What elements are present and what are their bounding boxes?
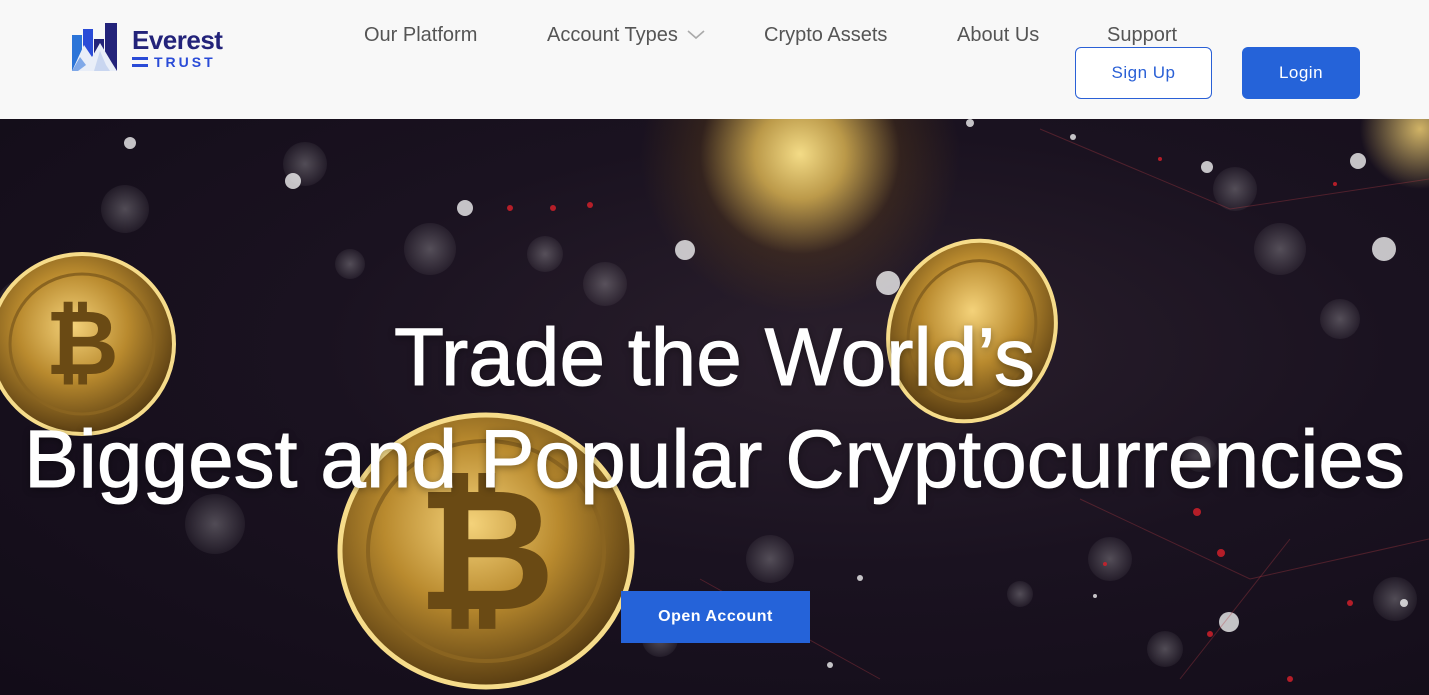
login-button[interactable]: Login <box>1242 47 1360 99</box>
nav-crypto-assets[interactable]: Crypto Assets <box>764 24 887 47</box>
hero-title-line2: Biggest and Popular Cryptocurrencies <box>23 414 1406 505</box>
main-nav: Our Platform Account Types Crypto Assets… <box>0 24 1429 54</box>
nav-our-platform[interactable]: Our Platform <box>364 24 477 47</box>
site-header: Everest TRUST Our Platform Account Types… <box>0 0 1429 119</box>
nav-about-us[interactable]: About Us <box>957 24 1039 47</box>
brand-bars-icon <box>132 56 148 67</box>
chevron-down-icon <box>686 24 706 47</box>
hero-title-line1: Trade the World’s <box>393 312 1036 403</box>
brand-tagline: TRUST <box>154 53 216 70</box>
nav-account-types-label: Account Types <box>547 24 678 46</box>
nav-account-types[interactable]: Account Types <box>547 24 706 47</box>
hero-section: ₿ ₿ Trade the World’s Biggest and Popula… <box>0 119 1429 695</box>
open-account-button[interactable]: Open Account <box>621 591 810 643</box>
sign-up-button[interactable]: Sign Up <box>1075 47 1212 99</box>
nav-support[interactable]: Support <box>1107 24 1177 47</box>
